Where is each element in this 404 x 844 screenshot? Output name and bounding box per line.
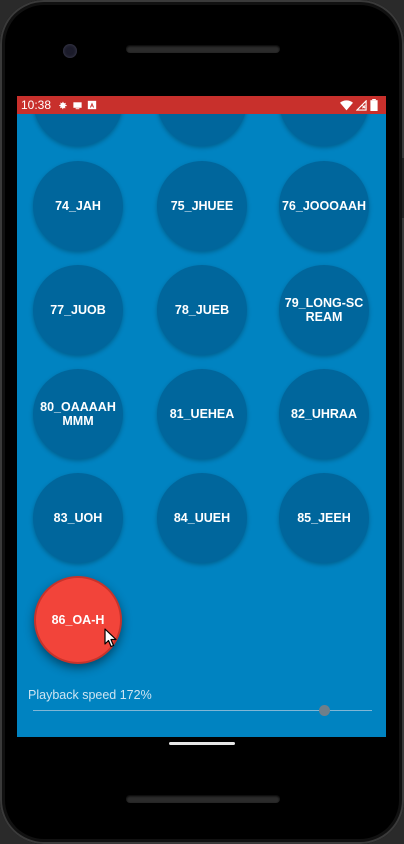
sound-button-86-active[interactable]: 86_OA-H — [34, 576, 122, 664]
no-signal-icon — [356, 99, 367, 111]
sound-button-80[interactable]: 80_OAAAAHMMM — [33, 369, 123, 459]
sound-button-83[interactable]: 83_UOH — [33, 473, 123, 563]
sound-button-84[interactable]: 84_UUEH — [157, 473, 247, 563]
sound-button-label: 84_UUEH — [173, 511, 231, 525]
sound-button-label: 86_OA-H — [51, 613, 105, 627]
earpiece-speaker — [126, 45, 280, 53]
sound-button-79[interactable]: 79_LONG-SCREAM — [279, 265, 369, 355]
sound-button-label: 83_UOH — [53, 511, 103, 525]
screen: 10:38 74_JAH 75_JHUEE 76_JOOOAAH 77_JUOB… — [17, 96, 386, 737]
sound-button-partial[interactable] — [33, 114, 123, 146]
sound-button-78[interactable]: 78_JUEB — [157, 265, 247, 355]
slider-thumb[interactable] — [319, 705, 330, 716]
sound-button-82[interactable]: 82_UHRAA — [279, 369, 369, 459]
settings-icon — [59, 101, 67, 109]
sound-button-label: 79_LONG-SCREAM — [284, 296, 364, 324]
sound-button-label: 81_UEHEA — [169, 407, 235, 421]
sound-button-partial[interactable] — [279, 114, 369, 146]
display-icon — [73, 101, 82, 109]
sound-button-label: 76_JOOOAAH — [281, 199, 367, 213]
sound-button-partial[interactable] — [157, 114, 247, 146]
home-gesture-handle[interactable] — [169, 742, 235, 745]
battery-icon — [370, 99, 378, 111]
sound-button-label: 80_OAAAAHMMM — [40, 400, 116, 428]
phone-frame: 10:38 74_JAH 75_JHUEE 76_JOOOAAH 77_JUOB… — [0, 0, 404, 844]
wifi-icon — [340, 99, 353, 110]
bottom-speaker — [126, 795, 280, 803]
font-icon — [87, 100, 97, 110]
sound-button-label: 77_JUOB — [50, 303, 106, 317]
sound-button-75[interactable]: 75_JHUEE — [157, 161, 247, 251]
status-time: 10:38 — [21, 98, 52, 112]
front-camera — [63, 44, 77, 58]
sound-button-81[interactable]: 81_UEHEA — [157, 369, 247, 459]
sound-button-85[interactable]: 85_JEEH — [279, 473, 369, 563]
sound-button-76[interactable]: 76_JOOOAAH — [279, 161, 369, 251]
sound-button-label: 78_JUEB — [174, 303, 230, 317]
sound-button-74[interactable]: 74_JAH — [33, 161, 123, 251]
playback-speed-label: Playback speed 172% — [28, 688, 152, 702]
sound-button-label: 75_JHUEE — [170, 199, 234, 213]
sound-button-label: 74_JAH — [55, 199, 101, 213]
sound-button-label: 82_UHRAA — [291, 407, 357, 421]
sound-button-label: 85_JEEH — [297, 511, 351, 525]
status-bar: 10:38 — [17, 96, 386, 114]
sound-grid: 74_JAH 75_JHUEE 76_JOOOAAH 77_JUOB 78_JU… — [17, 114, 386, 737]
sound-button-77[interactable]: 77_JUOB — [33, 265, 123, 355]
